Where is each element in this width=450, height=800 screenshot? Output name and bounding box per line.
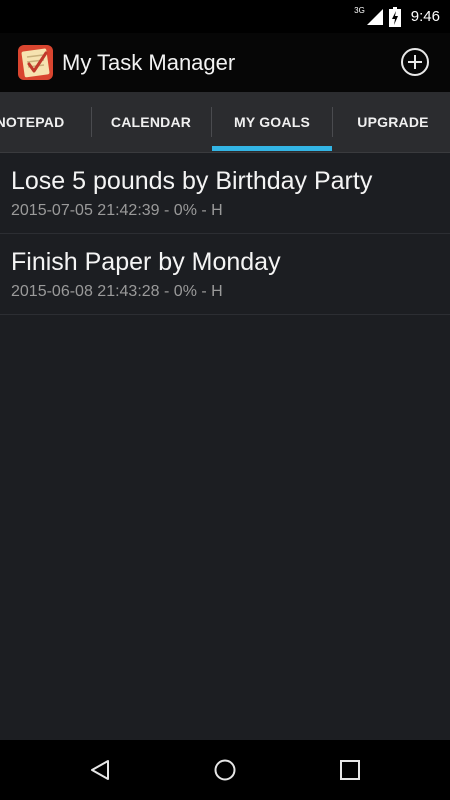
notepad-checkmark-icon[interactable] bbox=[17, 44, 54, 81]
screen: 3G 9:46 My Task Manager NOTEPAD CALENDAR… bbox=[0, 0, 450, 800]
recents-button[interactable] bbox=[320, 740, 380, 800]
home-icon bbox=[214, 759, 236, 781]
add-circle-icon[interactable] bbox=[400, 47, 430, 77]
goal-title: Lose 5 pounds by Birthday Party bbox=[11, 167, 373, 195]
recents-icon bbox=[340, 760, 360, 780]
tab-label: CALENDAR bbox=[110, 114, 192, 130]
tab-label: MY GOALS bbox=[233, 114, 311, 130]
battery-charging-icon bbox=[388, 6, 401, 27]
tab-label: NOTEPAD bbox=[0, 114, 65, 130]
tab-label: UPGRADE bbox=[357, 114, 429, 130]
goal-meta: 2015-07-05 21:42:39 - 0% - H bbox=[11, 202, 223, 219]
back-icon bbox=[91, 760, 109, 780]
list-item[interactable]: Lose 5 pounds by Birthday Party 2015-07-… bbox=[0, 153, 450, 234]
goal-list: Lose 5 pounds by Birthday Party 2015-07-… bbox=[0, 153, 450, 315]
list-item[interactable]: Finish Paper by Monday 2015-06-08 21:43:… bbox=[0, 234, 450, 315]
tab-bar: NOTEPAD CALENDAR MY GOALS UPGRADE bbox=[0, 92, 450, 153]
status-time: 9:46 bbox=[410, 8, 440, 25]
home-button[interactable] bbox=[195, 740, 255, 800]
signal-icon bbox=[366, 8, 383, 25]
status-icons: 3G 9:46 bbox=[354, 0, 440, 33]
app-title: My Task Manager bbox=[62, 50, 236, 75]
tab-calendar[interactable]: CALENDAR bbox=[91, 92, 211, 152]
goal-title: Finish Paper by Monday bbox=[11, 248, 281, 276]
tab-notepad[interactable]: NOTEPAD bbox=[0, 92, 90, 152]
network-type-label: 3G bbox=[354, 6, 365, 15]
tab-my-goals[interactable]: MY GOALS bbox=[212, 92, 332, 152]
goal-meta: 2015-06-08 21:43:28 - 0% - H bbox=[11, 283, 223, 300]
tab-upgrade[interactable]: UPGRADE bbox=[333, 92, 450, 152]
status-bar: 3G 9:46 bbox=[0, 0, 450, 33]
selected-tab-indicator bbox=[212, 146, 332, 151]
back-button[interactable] bbox=[70, 740, 130, 800]
